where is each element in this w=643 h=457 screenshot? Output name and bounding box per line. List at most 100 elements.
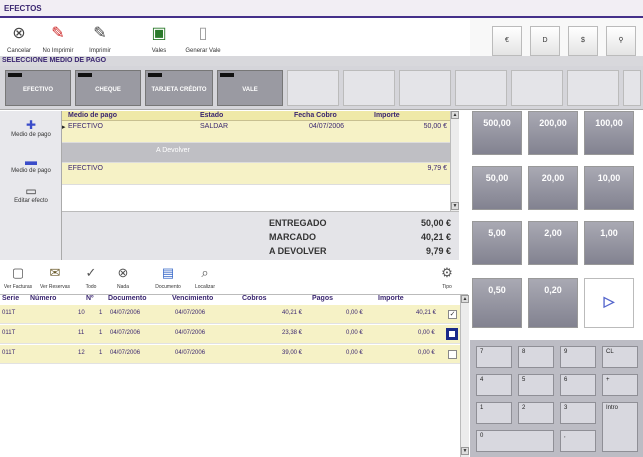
edit-effect-button[interactable]: ▭ Editar efecto	[0, 185, 62, 204]
col-estado[interactable]: Estado	[200, 112, 223, 119]
key-9[interactable]: 9	[560, 346, 596, 368]
payment-row[interactable]: ▸ EFECTIVO SALDAR 04/07/2006 50,00 €	[62, 121, 459, 143]
amount-button[interactable]: 50,00	[472, 166, 522, 210]
key-5[interactable]: 5	[518, 374, 554, 396]
method-label: VALE	[242, 87, 258, 93]
payment-row[interactable]: EFECTIVO 9,79 €	[62, 163, 459, 185]
document-label: Documento	[155, 284, 181, 290]
amount-button[interactable]: 500,00	[472, 111, 522, 155]
edit-icon: ▭	[25, 184, 37, 198]
key-0[interactable]: 0	[476, 430, 554, 452]
col-fecha[interactable]: Fecha Cobro	[294, 112, 337, 119]
key-plus[interactable]: +	[602, 374, 638, 396]
currency-euro-button[interactable]: €	[492, 26, 522, 56]
method-tag	[220, 73, 234, 77]
amount-button[interactable]: 1,00	[584, 221, 634, 265]
search-button[interactable]: ⚲	[606, 26, 636, 56]
key-3[interactable]: 3	[560, 402, 596, 424]
add-payment-method-button[interactable]: ✚ Medio de pago	[0, 119, 62, 138]
next-page-button[interactable]: ▷	[584, 278, 634, 328]
key-comma[interactable]: ,	[560, 430, 596, 452]
row-checkbox[interactable]	[446, 328, 458, 340]
amount-button[interactable]: 0,20	[528, 278, 578, 328]
entregado-value: 50,00 €	[420, 218, 451, 228]
type-label: Tipo	[442, 284, 452, 290]
remove-payment-method-button[interactable]: ▬ Medio de pago	[0, 155, 62, 174]
type-button[interactable]: ⚙ Tipo	[432, 261, 462, 295]
cell-serie: 011T	[2, 330, 16, 336]
change-row: A Devolver	[62, 143, 459, 163]
method-cheque-button[interactable]: CHEQUE	[75, 70, 141, 106]
cell-numero: 10	[78, 310, 85, 316]
cell-pagos: 0,00 €	[346, 330, 363, 336]
method-vale-button[interactable]: VALE	[217, 70, 283, 106]
cell-medio: EFECTIVO	[68, 165, 104, 172]
view-reservations-button[interactable]: ✉ Ver Reservas	[38, 261, 72, 295]
col-n[interactable]: Nº	[86, 295, 94, 302]
remove-icon: ▬	[25, 154, 37, 168]
amount-button[interactable]: 200,00	[528, 111, 578, 155]
locate-label: Localizar	[194, 284, 215, 290]
document-button[interactable]: ▤ Documento	[150, 261, 186, 295]
select-none-button[interactable]: ⊗ Nada	[108, 261, 138, 295]
scroll-down-icon[interactable]: ▼	[451, 202, 459, 210]
window-title: EFECTOS	[0, 0, 643, 18]
invoice-grid-scrollbar[interactable]: ▲ ▼	[460, 295, 469, 457]
col-numero[interactable]: Número	[30, 295, 56, 302]
currency-dollar-button[interactable]: $	[568, 26, 598, 56]
reservations-icon: ✉	[49, 265, 61, 280]
amount-button[interactable]: 5,00	[472, 221, 522, 265]
scroll-down-icon[interactable]: ▼	[461, 447, 469, 455]
payment-actions-column: ✚ Medio de pago ▬ Medio de pago ▭ Editar…	[0, 111, 62, 260]
row-checkbox[interactable]: ✓	[448, 310, 457, 319]
amount-buttons-lower: 0,50 0,20 ▷	[470, 278, 643, 338]
scroll-up-icon[interactable]: ▲	[451, 111, 459, 119]
method-credit-card-button[interactable]: TARJETA CRÉDITO	[145, 70, 213, 106]
method-efectivo-button[interactable]: EFECTIVO	[5, 70, 71, 106]
method-slot-empty	[623, 70, 641, 106]
key-8[interactable]: 8	[518, 346, 554, 368]
col-medio[interactable]: Medio de pago	[68, 112, 117, 119]
totals-panel: ENTREGADO 50,00 € MARCADO 40,21 € A DEVO…	[62, 211, 459, 260]
cell-importe: 50,00 €	[423, 123, 447, 130]
scroll-up-icon[interactable]: ▲	[461, 295, 469, 303]
key-6[interactable]: 6	[560, 374, 596, 396]
col-cobros[interactable]: Cobros	[242, 295, 267, 302]
locate-button[interactable]: ⌕ Localizar	[190, 261, 220, 295]
entregado-label: ENTREGADO	[269, 218, 327, 228]
key-enter[interactable]: Intro	[602, 402, 638, 452]
amount-button[interactable]: 10,00	[584, 166, 634, 210]
payment-grid-scrollbar[interactable]: ▲ ▼	[450, 111, 459, 211]
col-vencimiento[interactable]: Vencimiento	[172, 295, 213, 302]
no-print-label: No Imprimir	[42, 48, 74, 54]
col-pagos[interactable]: Pagos	[312, 295, 333, 302]
key-clear[interactable]: CL	[602, 346, 638, 368]
row-checkbox[interactable]	[448, 350, 457, 359]
select-all-button[interactable]: ✓ Todo	[76, 261, 106, 295]
cell-serie: 011T	[2, 350, 16, 356]
amount-button[interactable]: 100,00	[584, 111, 634, 155]
col-importe[interactable]: Importe	[378, 295, 404, 302]
method-tag	[78, 73, 92, 77]
amount-button[interactable]: 20,00	[528, 166, 578, 210]
marcado-value: 40,21 €	[420, 232, 451, 242]
invoice-row[interactable]: 011T 12 1 04/07/2006 04/07/2006 39,00 € …	[0, 345, 460, 364]
amount-button[interactable]: 0,50	[472, 278, 522, 328]
cell-importe: 40,21 €	[416, 310, 437, 316]
col-serie[interactable]: Serie	[2, 295, 19, 302]
key-4[interactable]: 4	[476, 374, 512, 396]
view-invoices-button[interactable]: ▢ Ver Facturas	[2, 261, 34, 295]
key-2[interactable]: 2	[518, 402, 554, 424]
key-1[interactable]: 1	[476, 402, 512, 424]
cell-pagos: 0,00 €	[346, 350, 363, 356]
print-icon: ✎	[93, 25, 107, 42]
invoice-row[interactable]: 011T 10 1 04/07/2006 04/07/2006 40,21 € …	[0, 305, 460, 324]
payment-grid: Medio de pago Estado Fecha Cobro Importe…	[62, 111, 459, 260]
col-importe[interactable]: Importe	[374, 112, 400, 119]
col-documento[interactable]: Documento	[108, 295, 147, 302]
method-label: TARJETA CRÉDITO	[151, 87, 207, 93]
invoice-row[interactable]: 011T 11 1 04/07/2006 04/07/2006 23,38 € …	[0, 325, 460, 344]
amount-button[interactable]: 2,00	[528, 221, 578, 265]
currency-d-button[interactable]: D	[530, 26, 560, 56]
key-7[interactable]: 7	[476, 346, 512, 368]
